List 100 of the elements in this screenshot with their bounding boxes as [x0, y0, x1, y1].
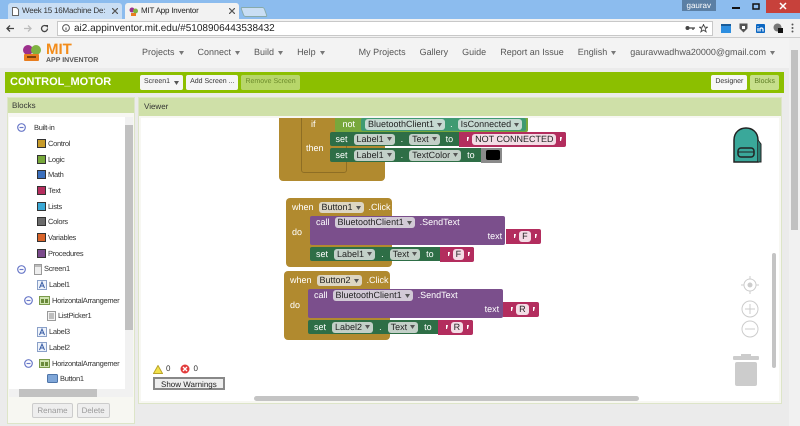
property-dropdown[interactable]: TextColor	[409, 150, 462, 160]
app-icon	[129, 6, 138, 16]
component-dropdown[interactable]: Button2	[316, 275, 362, 286]
menu-button[interactable]: Build	[254, 46, 284, 60]
menu-icon[interactable]	[791, 23, 794, 33]
component-dropdown[interactable]: BluetoothClient1	[365, 119, 446, 130]
caret-icon	[404, 294, 410, 298]
text-value[interactable]: NOT CONNECTED	[472, 134, 556, 144]
nav-link[interactable]: My Projects	[358, 46, 406, 60]
panel-title: Blocks	[12, 100, 36, 112]
back-icon[interactable]	[6, 24, 15, 32]
property-dropdown[interactable]: Text	[409, 134, 440, 144]
scrollbar[interactable]	[772, 253, 776, 368]
extension-icon[interactable]	[773, 23, 783, 33]
quote-icon	[446, 252, 450, 256]
show-warnings-button[interactable]: Show Warnings	[153, 377, 225, 390]
text-value[interactable]: R	[516, 304, 529, 314]
button-icon	[47, 374, 58, 384]
browser-tab[interactable]: Week 15 16Machine De:	[8, 3, 122, 19]
language-menu[interactable]: English	[578, 46, 616, 60]
quote-icon	[444, 325, 448, 329]
key-icon[interactable]	[685, 25, 695, 31]
address-field[interactable]: ai2.appinventor.mit.edu/#5108906443538432	[57, 20, 713, 36]
component-dropdown[interactable]: Label1	[354, 134, 395, 144]
property-dropdown[interactable]: Text	[390, 248, 420, 260]
property-dropdown[interactable]: Text	[388, 322, 418, 332]
menu-button[interactable]: Help	[297, 46, 325, 60]
label-icon	[37, 280, 47, 290]
keyword-label: set	[314, 322, 326, 332]
arrangement-icon	[39, 358, 50, 368]
caret-icon	[278, 51, 284, 55]
component-dropdown[interactable]: Label1	[354, 150, 395, 160]
reload-icon[interactable]	[40, 24, 49, 32]
caret-icon	[410, 325, 416, 329]
close-icon[interactable]	[112, 8, 118, 14]
scrollbar[interactable]	[125, 117, 133, 389]
scrollbar[interactable]	[254, 396, 639, 401]
property-dropdown[interactable]: IsConnected	[458, 119, 522, 130]
nav-link[interactable]: Gallery	[420, 46, 448, 60]
logo-title: MIT	[46, 42, 72, 57]
close-icon[interactable]	[766, 0, 800, 13]
text-value[interactable]: F	[519, 230, 531, 242]
caret-icon	[386, 137, 392, 141]
dot-label: .	[400, 150, 404, 160]
argument-label: text	[488, 232, 502, 240]
warning-icon	[153, 364, 163, 374]
collapse-icon[interactable]	[24, 296, 33, 305]
logo-icon	[22, 43, 42, 63]
panel-title: Viewer	[144, 101, 168, 113]
quote-icon	[534, 234, 537, 238]
scrollbar[interactable]	[9, 389, 133, 397]
quote-icon	[559, 137, 562, 141]
linkedin-icon[interactable]	[756, 24, 765, 32]
scrollbar[interactable]	[789, 38, 800, 426]
nav-link[interactable]: Guide	[462, 46, 486, 60]
collapse-icon[interactable]	[24, 358, 33, 368]
extension-icon[interactable]	[721, 24, 731, 32]
menu-button[interactable]: Projects	[142, 46, 184, 60]
star-icon[interactable]	[699, 24, 708, 32]
caret-icon	[432, 137, 437, 141]
error-icon	[180, 364, 190, 374]
quote-icon	[532, 307, 535, 311]
keyword-label: do	[292, 227, 302, 237]
tab-title: MIT App Inventor	[141, 5, 200, 17]
component-dropdown[interactable]: BluetoothClient1	[332, 290, 413, 301]
menu-button[interactable]: Connect	[198, 46, 240, 60]
component-dropdown[interactable]: Button1	[318, 202, 364, 213]
keyword-label: to	[424, 322, 432, 332]
caret-icon	[367, 252, 372, 256]
keyword-label: to	[426, 250, 434, 258]
collapse-icon[interactable]	[17, 264, 26, 274]
caret-icon	[386, 153, 392, 157]
quote-icon	[466, 137, 470, 141]
color-swatch[interactable]	[486, 150, 500, 160]
page-icon	[12, 6, 19, 16]
info-icon[interactable]	[62, 24, 70, 32]
close-icon[interactable]	[229, 8, 235, 14]
profile-badge[interactable]: gaurav	[682, 0, 716, 11]
quote-icon	[467, 252, 470, 256]
keyword-label: set	[336, 150, 348, 160]
text-value[interactable]: F	[452, 248, 464, 260]
keyword-label: set	[336, 134, 348, 144]
component-dropdown[interactable]: Label1	[334, 248, 376, 260]
keyword-label: call	[316, 218, 330, 227]
dot-label: .	[381, 250, 384, 258]
project-title: CONTROL_MOTOR	[10, 75, 112, 90]
event-label: .Click	[368, 203, 391, 212]
component-dropdown[interactable]: Label2	[332, 322, 374, 332]
caret-icon	[178, 51, 184, 55]
keyword-label: to	[446, 134, 454, 144]
collapse-icon[interactable]	[17, 123, 26, 132]
account-menu[interactable]: gauravwadhwa20000@gmail.com	[630, 46, 775, 60]
component-dropdown[interactable]: BluetoothClient1	[334, 217, 415, 228]
shield-icon[interactable]	[739, 23, 748, 33]
keyword-label: call	[314, 291, 328, 300]
text-value[interactable]: R	[450, 322, 464, 332]
caret-icon	[437, 122, 442, 126]
browser-tab[interactable]: MIT App Inventor	[125, 3, 239, 19]
screen-icon	[34, 264, 42, 275]
nav-link[interactable]: Report an Issue	[500, 46, 564, 60]
